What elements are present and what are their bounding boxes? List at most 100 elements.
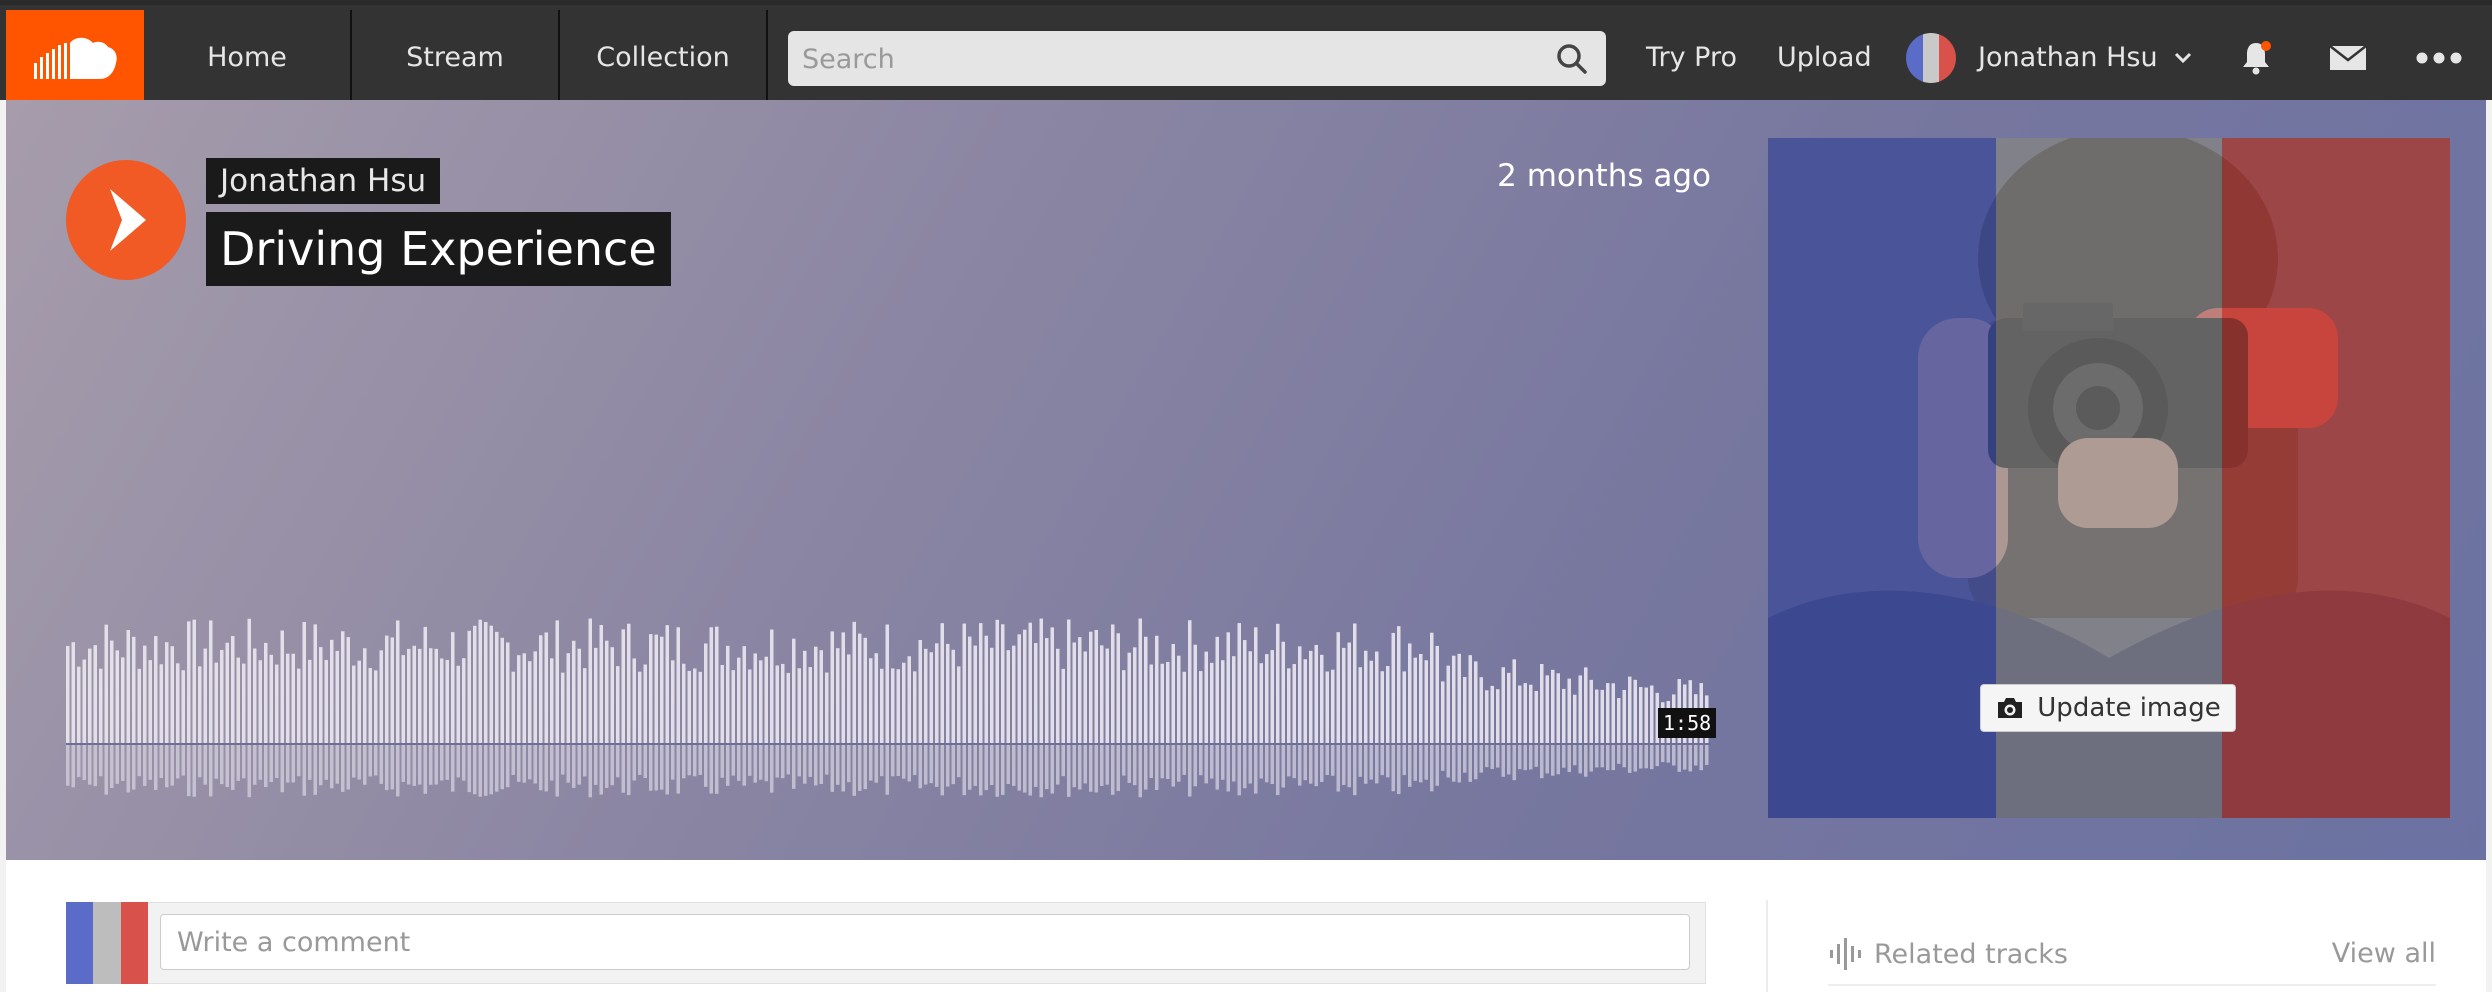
related-tracks-divider [1828, 984, 2436, 986]
waveform-bar [577, 648, 581, 743]
waveform-reflection [1265, 745, 1269, 783]
waveform-reflection [913, 745, 917, 776]
waveform-reflection [1204, 745, 1208, 784]
waveform-bar [781, 663, 785, 743]
waveform-bar [880, 668, 884, 743]
waveform-bar [946, 643, 950, 743]
waveform-bar [1314, 644, 1318, 743]
waveform-reflection [555, 745, 559, 797]
waveform-bar [1369, 660, 1373, 743]
waveform-reflection [1056, 745, 1060, 785]
waveform-bar [951, 649, 955, 743]
search-icon[interactable] [1556, 43, 1588, 79]
waveform-bar [418, 648, 422, 743]
waveform[interactable] [66, 600, 1711, 900]
waveform-bar [1298, 646, 1302, 743]
waveform-reflection [1380, 745, 1384, 776]
waveform-bar [522, 653, 526, 743]
waveform-bar [830, 631, 834, 743]
try-pro-link[interactable]: Try Pro [1646, 10, 1737, 105]
waveform-bar [1199, 671, 1203, 743]
waveform-bar [1463, 677, 1467, 743]
waveform-reflection [242, 745, 246, 779]
waveform-bar [742, 646, 746, 743]
waveform-bar [759, 660, 763, 743]
related-tracks-label: Related tracks [1874, 938, 2068, 970]
waveform-reflection [1050, 745, 1054, 794]
waveform-reflection [1644, 745, 1648, 769]
user-avatar[interactable] [1906, 33, 1956, 83]
waveform-bar [429, 648, 433, 743]
waveform-bar [924, 648, 928, 743]
nav-tab-collection[interactable]: Collection [560, 10, 768, 105]
waveform-reflection [1474, 745, 1478, 780]
waveform-bar [918, 639, 922, 743]
waveform-bar [258, 660, 262, 743]
waveform-bar [346, 637, 350, 743]
waveform-reflection [143, 745, 147, 786]
waveform-bar [660, 636, 664, 743]
waveform-bar [528, 661, 532, 743]
waveform-reflection [737, 745, 741, 781]
waveform-bar [1083, 651, 1087, 743]
waveform-reflection [1226, 745, 1230, 792]
waveform-reflection [1166, 745, 1170, 780]
waveform-bar [572, 640, 576, 743]
waveform-reflection [1303, 745, 1307, 781]
track-duration: 1:58 [1658, 708, 1717, 738]
waveform-bar [1457, 653, 1461, 743]
waveform-reflection [451, 745, 455, 792]
waveform-bar [1215, 636, 1219, 743]
waveform-bar [236, 657, 240, 743]
mail-icon[interactable] [2326, 10, 2370, 105]
waveform-bar [473, 625, 477, 743]
waveform-reflection [561, 745, 565, 775]
waveform-bar [434, 648, 438, 743]
nav-tab-stream[interactable]: Stream [352, 10, 560, 105]
waveform-reflection [1551, 745, 1555, 776]
waveform-reflection [627, 745, 631, 796]
waveform-bar [286, 653, 290, 743]
waveform-bar [638, 671, 642, 743]
waveform-bar [753, 653, 757, 743]
search-input[interactable] [788, 31, 1544, 88]
waveform-bar [654, 634, 658, 743]
update-image-button[interactable]: Update image [1980, 684, 2236, 732]
waveform-bar [1259, 663, 1263, 743]
nav-tab-home[interactable]: Home [144, 10, 352, 105]
waveform-reflection [1144, 745, 1148, 790]
waveform-reflection [1034, 745, 1038, 787]
more-icon[interactable] [2414, 10, 2464, 105]
username-menu[interactable]: Jonathan Hsu [1978, 10, 2158, 105]
play-button[interactable] [66, 160, 186, 280]
track-artist[interactable]: Jonathan Hsu [206, 158, 441, 204]
waveform-bar [253, 648, 257, 743]
waveform-reflection [159, 745, 163, 779]
waveform-reflection [858, 745, 862, 791]
waveform-bar [517, 655, 521, 743]
comment-input[interactable] [160, 914, 1690, 970]
waveform-reflection [165, 745, 169, 788]
chevron-down-icon[interactable] [2168, 10, 2198, 105]
waveform-bar [1254, 627, 1258, 743]
waveform-reflection [759, 745, 763, 780]
waveform-bar [1023, 629, 1027, 743]
waveform-bar [1001, 624, 1005, 743]
waveform-bar [1622, 689, 1626, 743]
top-navigation-bar: Home Stream Collection Try Pro Upload Jo… [0, 0, 2492, 105]
waveform-reflection [1023, 745, 1027, 793]
view-all-link[interactable]: View all [2326, 938, 2436, 969]
waveform-bar [291, 653, 295, 743]
bell-icon[interactable] [2236, 10, 2276, 105]
waveform-reflection [357, 745, 361, 780]
waveform-reflection [1611, 745, 1615, 771]
waveform-bar [621, 629, 625, 743]
waveform-reflection [753, 745, 757, 783]
waveform-bar [99, 668, 103, 743]
waveform-reflection [1149, 745, 1153, 778]
upload-link[interactable]: Upload [1777, 10, 1872, 105]
waveform-bar [748, 669, 752, 743]
soundcloud-logo[interactable] [6, 10, 144, 105]
waveform-reflection [99, 745, 103, 777]
waveform-reflection [1243, 745, 1247, 789]
